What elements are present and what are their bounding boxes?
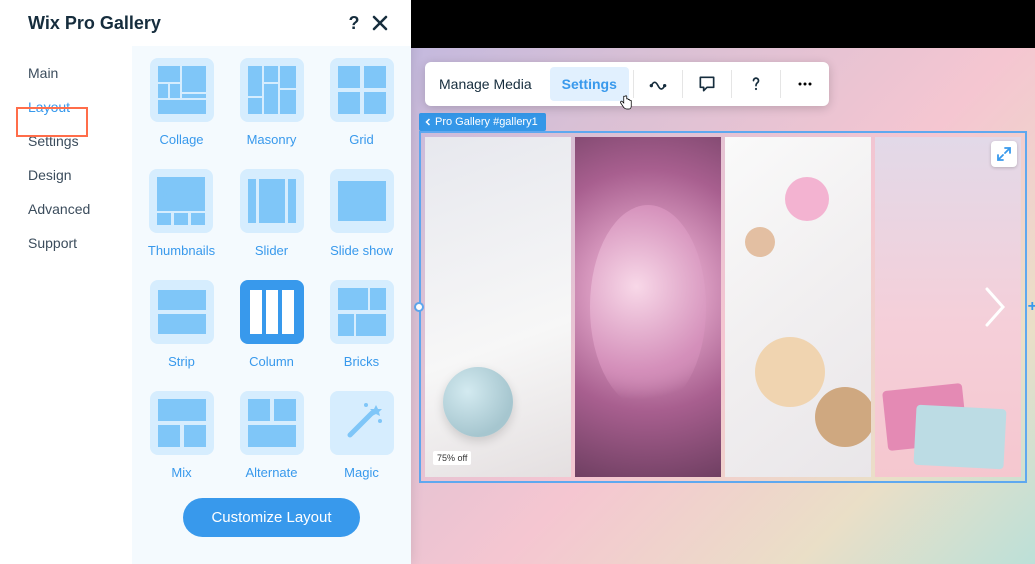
slideshow-icon (338, 177, 386, 225)
strip-icon (158, 288, 206, 336)
sidebar-label: Design (28, 167, 72, 183)
sidebar-item-layout[interactable]: Layout (0, 90, 132, 124)
settings-label: Settings (562, 76, 617, 92)
editor-canvas: Manage Media Settings Pro Gallery #galle… (411, 0, 1035, 564)
manage-media-label: Manage Media (439, 76, 532, 92)
thumbnails-icon (157, 177, 205, 225)
help-button[interactable]: ? (341, 10, 367, 36)
gallery-image[interactable]: 75% off (425, 137, 571, 477)
help-icon (746, 74, 766, 94)
tile-label: Mix (171, 465, 191, 480)
panel-sidebar: Main Layout Settings Design Advanced Sup… (0, 46, 132, 564)
panel-header: Wix Pro Gallery ? (0, 0, 411, 46)
sidebar-label: Main (28, 65, 58, 81)
close-icon (372, 15, 388, 31)
sidebar-item-support[interactable]: Support (0, 226, 132, 260)
layout-tile-grid[interactable]: Grid (330, 58, 394, 147)
element-breadcrumb[interactable]: Pro Gallery #gallery1 (419, 113, 546, 131)
add-handle-right[interactable]: + (1028, 298, 1035, 316)
breadcrumb-label: Pro Gallery #gallery1 (435, 116, 538, 128)
resize-handle-left[interactable] (414, 302, 424, 312)
layout-tile-column[interactable]: Column (240, 280, 304, 369)
bricks-icon (338, 288, 386, 336)
sidebar-item-main[interactable]: Main (0, 56, 132, 90)
layout-tile-alternate[interactable]: Alternate (240, 391, 304, 480)
alternate-icon (248, 399, 296, 447)
mix-icon (158, 399, 206, 447)
toolbar-help-button[interactable] (732, 62, 780, 106)
customize-layout-button[interactable]: Customize Layout (183, 498, 359, 537)
tile-label: Collage (159, 132, 203, 147)
chevron-right-icon (983, 285, 1007, 329)
element-toolbar: Manage Media Settings (425, 62, 829, 106)
slider-icon (248, 177, 296, 225)
grid-icon (338, 66, 386, 114)
cursor-hand-icon (617, 94, 635, 112)
gallery-element[interactable]: 75% off + (419, 131, 1027, 483)
expand-button[interactable] (991, 141, 1017, 167)
panel-title: Wix Pro Gallery (28, 13, 161, 34)
column-icon (248, 288, 296, 336)
layout-tile-thumbnails[interactable]: Thumbnails (148, 169, 215, 258)
comment-icon (697, 74, 717, 94)
tile-label: Magic (344, 465, 379, 480)
more-button[interactable] (781, 62, 829, 106)
layout-tile-strip[interactable]: Strip (150, 280, 214, 369)
masonry-icon (248, 66, 296, 114)
tile-label: Column (249, 354, 294, 369)
sidebar-item-settings[interactable]: Settings (0, 124, 132, 158)
sidebar-label: Layout (28, 99, 70, 115)
sidebar-label: Advanced (28, 201, 90, 217)
gallery-image[interactable] (575, 137, 721, 477)
tile-label: Masonry (247, 132, 297, 147)
layout-tile-collage[interactable]: Collage (150, 58, 214, 147)
layout-picker: Collage Masonry Grid Thumbnails (132, 46, 411, 564)
sale-badge: 75% off (433, 451, 471, 465)
layout-tile-slideshow[interactable]: Slide show (330, 169, 394, 258)
sidebar-item-advanced[interactable]: Advanced (0, 192, 132, 226)
gallery-image[interactable] (725, 137, 871, 477)
close-button[interactable] (367, 10, 393, 36)
tile-label: Bricks (344, 354, 379, 369)
expand-icon (997, 147, 1011, 161)
sidebar-label: Settings (28, 133, 79, 149)
tile-label: Grid (349, 132, 374, 147)
layout-tile-slider[interactable]: Slider (240, 169, 304, 258)
sidebar-label: Support (28, 235, 77, 251)
tile-label: Alternate (245, 465, 297, 480)
comment-button[interactable] (683, 62, 731, 106)
canvas-topbar (411, 0, 1035, 48)
animation-button[interactable] (634, 62, 682, 106)
tile-label: Slider (255, 243, 288, 258)
chevron-left-icon (424, 118, 432, 126)
layout-tile-mix[interactable]: Mix (150, 391, 214, 480)
tile-label: Thumbnails (148, 243, 215, 258)
tile-label: Strip (168, 354, 195, 369)
settings-panel: Wix Pro Gallery ? Main Layout Settings D… (0, 0, 411, 564)
layout-tile-masonry[interactable]: Masonry (240, 58, 304, 147)
layout-tile-bricks[interactable]: Bricks (330, 280, 394, 369)
tile-label: Slide show (330, 243, 393, 258)
magic-icon (338, 399, 386, 447)
gallery-next-arrow[interactable] (979, 279, 1011, 335)
sidebar-item-design[interactable]: Design (0, 158, 132, 192)
manage-media-button[interactable]: Manage Media (425, 62, 546, 106)
collage-icon (158, 66, 206, 114)
animation-icon (648, 74, 668, 94)
layout-tile-magic[interactable]: Magic (330, 391, 394, 480)
more-icon (795, 74, 815, 94)
